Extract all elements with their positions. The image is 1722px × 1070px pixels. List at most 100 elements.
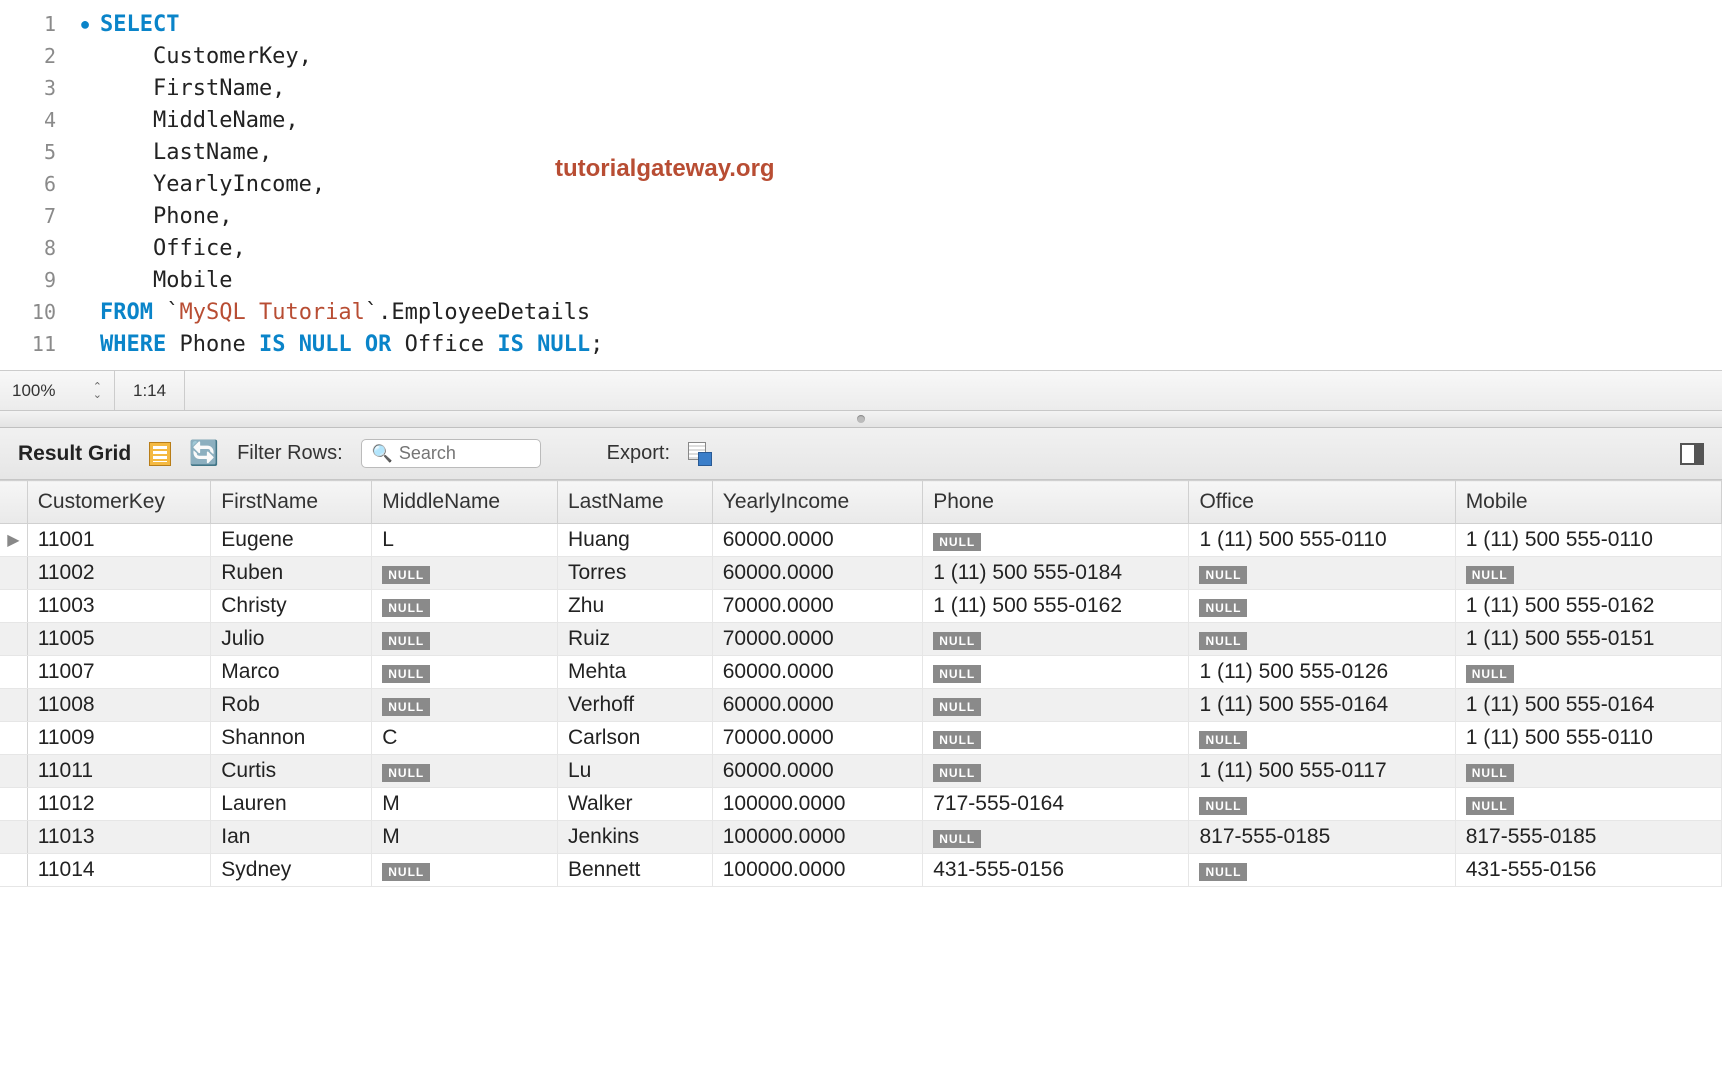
cell-yearlyincome[interactable]: 70000.0000 — [712, 623, 923, 656]
code-line[interactable]: 7 Phone, — [0, 200, 1722, 232]
cell-middlename[interactable]: NULL — [372, 557, 558, 590]
cell-yearlyincome[interactable]: 100000.0000 — [712, 821, 923, 854]
cell-yearlyincome[interactable]: 70000.0000 — [712, 722, 923, 755]
code-line[interactable]: 1●SELECT — [0, 8, 1722, 40]
cell-phone[interactable]: 717-555-0164 — [923, 788, 1189, 821]
column-header-office[interactable]: Office — [1189, 481, 1455, 524]
column-header-phone[interactable]: Phone — [923, 481, 1189, 524]
cell-lastname[interactable]: Mehta — [557, 656, 712, 689]
column-header-customerkey[interactable]: CustomerKey — [27, 481, 211, 524]
code-line[interactable]: 8 Office, — [0, 232, 1722, 264]
table-row[interactable]: 11009ShannonCCarlson70000.0000NULLNULL1 … — [0, 722, 1722, 755]
cell-phone[interactable]: NULL — [923, 656, 1189, 689]
export-icon[interactable] — [688, 442, 712, 466]
cell-firstname[interactable]: Curtis — [211, 755, 372, 788]
cell-phone[interactable]: NULL — [923, 524, 1189, 557]
cell-mobile[interactable]: 1 (11) 500 555-0110 — [1455, 722, 1721, 755]
panel-toggle-icon[interactable] — [1680, 443, 1704, 465]
cell-lastname[interactable]: Zhu — [557, 590, 712, 623]
cell-mobile[interactable]: 1 (11) 500 555-0162 — [1455, 590, 1721, 623]
table-row[interactable]: ▶11001EugeneLHuang60000.0000NULL1 (11) 5… — [0, 524, 1722, 557]
cell-office[interactable]: NULL — [1189, 557, 1455, 590]
cell-office[interactable]: 1 (11) 500 555-0117 — [1189, 755, 1455, 788]
table-row[interactable]: 11005JulioNULLRuiz70000.0000NULLNULL1 (1… — [0, 623, 1722, 656]
cell-firstname[interactable]: Shannon — [211, 722, 372, 755]
cell-firstname[interactable]: Ruben — [211, 557, 372, 590]
code-line[interactable]: 3 FirstName, — [0, 72, 1722, 104]
table-row[interactable]: 11002RubenNULLTorres60000.00001 (11) 500… — [0, 557, 1722, 590]
column-header-yearlyincome[interactable]: YearlyIncome — [712, 481, 923, 524]
cell-yearlyincome[interactable]: 60000.0000 — [712, 689, 923, 722]
cell-middlename[interactable]: NULL — [372, 689, 558, 722]
cell-office[interactable]: NULL — [1189, 623, 1455, 656]
zoom-control[interactable]: 100% ⌃⌄ — [0, 371, 115, 410]
cell-phone[interactable]: 431-555-0156 — [923, 854, 1189, 887]
cell-yearlyincome[interactable]: 100000.0000 — [712, 788, 923, 821]
cell-lastname[interactable]: Jenkins — [557, 821, 712, 854]
cell-middlename[interactable]: C — [372, 722, 558, 755]
cell-lastname[interactable]: Walker — [557, 788, 712, 821]
table-row[interactable]: 11007MarcoNULLMehta60000.0000NULL1 (11) … — [0, 656, 1722, 689]
code-text[interactable]: WHERE Phone IS NULL OR Office IS NULL; — [100, 332, 603, 357]
cell-firstname[interactable]: Ian — [211, 821, 372, 854]
code-line[interactable]: 9 Mobile — [0, 264, 1722, 296]
cell-firstname[interactable]: Eugene — [211, 524, 372, 557]
table-row[interactable]: 11014SydneyNULLBennett100000.0000431-555… — [0, 854, 1722, 887]
cell-phone[interactable]: NULL — [923, 623, 1189, 656]
cell-office[interactable]: 1 (11) 500 555-0164 — [1189, 689, 1455, 722]
cell-middlename[interactable]: NULL — [372, 755, 558, 788]
cell-customerkey[interactable]: 11007 — [27, 656, 211, 689]
cell-yearlyincome[interactable]: 60000.0000 — [712, 656, 923, 689]
cell-mobile[interactable]: NULL — [1455, 656, 1721, 689]
cell-yearlyincome[interactable]: 60000.0000 — [712, 755, 923, 788]
cell-middlename[interactable]: L — [372, 524, 558, 557]
table-row[interactable]: 11008RobNULLVerhoff60000.0000NULL1 (11) … — [0, 689, 1722, 722]
cell-mobile[interactable]: 817-555-0185 — [1455, 821, 1721, 854]
cell-firstname[interactable]: Marco — [211, 656, 372, 689]
cell-customerkey[interactable]: 11003 — [27, 590, 211, 623]
cell-lastname[interactable]: Verhoff — [557, 689, 712, 722]
cell-customerkey[interactable]: 11005 — [27, 623, 211, 656]
code-text[interactable]: FROM `MySQL Tutorial`.EmployeeDetails — [100, 300, 590, 325]
cell-mobile[interactable]: NULL — [1455, 788, 1721, 821]
table-row[interactable]: 11011CurtisNULLLu60000.0000NULL1 (11) 50… — [0, 755, 1722, 788]
cell-lastname[interactable]: Ruiz — [557, 623, 712, 656]
cell-mobile[interactable]: NULL — [1455, 755, 1721, 788]
splitter-handle[interactable] — [0, 410, 1722, 428]
column-header-middlename[interactable]: MiddleName — [372, 481, 558, 524]
cell-office[interactable]: 1 (11) 500 555-0110 — [1189, 524, 1455, 557]
code-text[interactable]: Office, — [100, 236, 246, 261]
zoom-stepper-icon[interactable]: ⌃⌄ — [93, 383, 102, 399]
code-text[interactable]: Phone, — [100, 204, 232, 229]
cell-mobile[interactable]: 1 (11) 500 555-0151 — [1455, 623, 1721, 656]
code-text[interactable]: Mobile — [100, 268, 232, 293]
code-text[interactable]: MiddleName, — [100, 108, 299, 133]
cell-phone[interactable]: NULL — [923, 755, 1189, 788]
code-line[interactable]: 11WHERE Phone IS NULL OR Office IS NULL; — [0, 328, 1722, 360]
cell-middlename[interactable]: NULL — [372, 854, 558, 887]
table-row[interactable]: 11003ChristyNULLZhu70000.00001 (11) 500 … — [0, 590, 1722, 623]
cell-mobile[interactable]: 1 (11) 500 555-0110 — [1455, 524, 1721, 557]
cell-office[interactable]: NULL — [1189, 788, 1455, 821]
table-row[interactable]: 11012LaurenMWalker100000.0000717-555-016… — [0, 788, 1722, 821]
cell-lastname[interactable]: Lu — [557, 755, 712, 788]
cell-lastname[interactable]: Carlson — [557, 722, 712, 755]
cell-customerkey[interactable]: 11001 — [27, 524, 211, 557]
code-line[interactable]: 5 LastName, — [0, 136, 1722, 168]
column-header-mobile[interactable]: Mobile — [1455, 481, 1721, 524]
filter-search-box[interactable]: 🔍 — [361, 439, 541, 468]
code-line[interactable]: 6 YearlyIncome, — [0, 168, 1722, 200]
cell-mobile[interactable]: NULL — [1455, 557, 1721, 590]
code-line[interactable]: 4 MiddleName, — [0, 104, 1722, 136]
cell-office[interactable]: 1 (11) 500 555-0126 — [1189, 656, 1455, 689]
cell-lastname[interactable]: Bennett — [557, 854, 712, 887]
cell-phone[interactable]: NULL — [923, 722, 1189, 755]
cell-office[interactable]: NULL — [1189, 722, 1455, 755]
cell-middlename[interactable]: M — [372, 788, 558, 821]
cell-firstname[interactable]: Christy — [211, 590, 372, 623]
cell-yearlyincome[interactable]: 70000.0000 — [712, 590, 923, 623]
grid-icon[interactable] — [149, 442, 171, 466]
table-row[interactable]: 11013IanMJenkins100000.0000NULL817-555-0… — [0, 821, 1722, 854]
cell-firstname[interactable]: Julio — [211, 623, 372, 656]
code-text[interactable]: LastName, — [100, 140, 272, 165]
